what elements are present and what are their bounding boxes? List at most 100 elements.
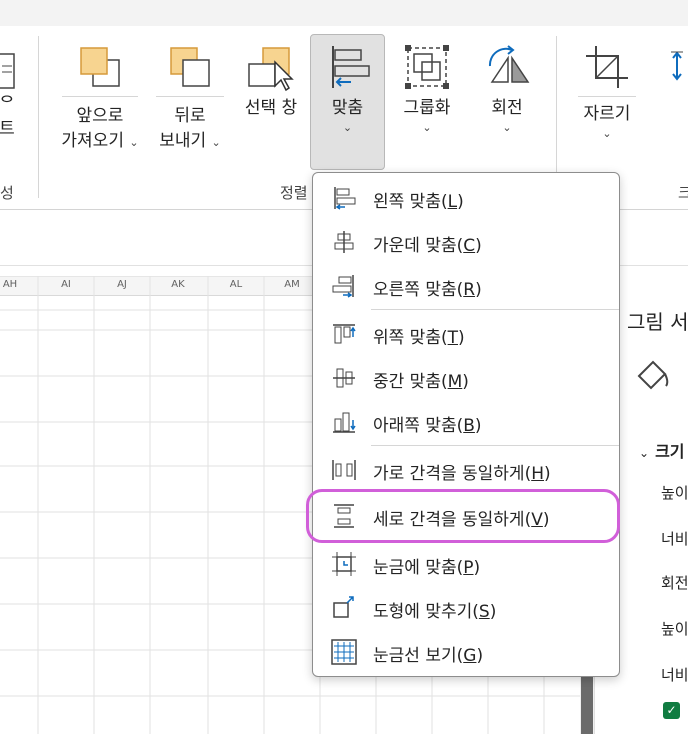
scale-width-row-label: 너비 [661, 666, 688, 684]
menu-item-end: ) [489, 602, 497, 622]
rotate-button[interactable]: 회전 ⌄ [470, 42, 544, 135]
menu-item-end: ) [462, 372, 469, 392]
selection-pane-button[interactable]: 선택 창 [234, 42, 308, 121]
menu-item-label: 가운데 맞춤(C) [373, 231, 482, 256]
align-right-icon [332, 275, 354, 298]
menu-item-end: ) [544, 464, 551, 484]
chevron-down-icon: ⌄ [422, 121, 432, 134]
menu-item-accesskey: L [447, 192, 458, 212]
rotate-label: 회전 [491, 98, 523, 118]
chart-icon [0, 53, 15, 89]
pane-title: 그림 서 [627, 310, 688, 334]
size-section-header[interactable]: ⌄ 크기 [639, 438, 685, 462]
bring-forward-label-row: 가져오기 ⌄ [52, 129, 148, 155]
menu-item-end: ) [473, 558, 481, 578]
menu-item-text: 왼쪽 맞춤( [373, 192, 448, 212]
crop-button[interactable]: 자르기 ⌄ [570, 42, 644, 141]
chevron-down-icon: ⌄ [342, 121, 353, 134]
group-button[interactable]: 그룹화 ⌄ [390, 42, 464, 135]
group-label: 그룹화 [403, 98, 451, 118]
rotation-row-label: 회전 [661, 574, 688, 592]
rotate-icon [488, 45, 530, 83]
chevron-down-icon: ⌄ [211, 136, 221, 149]
menu-item-label: 도형에 맞추기(S) [373, 597, 496, 622]
menu-item-accesskey: M [447, 372, 463, 392]
fill-bucket-icon[interactable] [633, 356, 673, 396]
menu-item-label: 눈금에 맞춤(P) [373, 553, 480, 578]
menu-item-align-center[interactable]: 가운데 맞춤(C) [313, 219, 619, 263]
snap-to-shape-icon [333, 596, 354, 618]
align-label: 맞춤 [331, 98, 364, 118]
menu-item-end: ) [474, 416, 482, 436]
menu-item-accesskey: B [463, 416, 475, 436]
menu-item-snap-to-grid[interactable]: 눈금에 맞춤(P) [313, 541, 619, 585]
align-button[interactable]: 맞춤 ⌄ [310, 42, 385, 135]
send-backward-label-row: 보내기 ⌄ [150, 129, 230, 155]
bring-forward-label-2: 가져오기 [61, 131, 124, 151]
crop-label: 자르기 [583, 104, 631, 124]
menu-item-align-left[interactable]: 왼쪽 맞춤(L) [313, 175, 619, 219]
menu-item-align-middle[interactable]: 중간 맞춤(M) [313, 355, 619, 399]
send-backward-label-1: 뒤로 [174, 106, 206, 126]
menu-item-text: 가운데 맞춤( [373, 236, 464, 256]
menu-item-label: 눈금선 보기(G) [373, 641, 483, 666]
menu-item-accesskey: H [531, 464, 544, 484]
menu-item-text: 가로 간격을 동일하게( [373, 464, 532, 484]
right-cutoff-button[interactable] [664, 48, 688, 92]
menu-separator [371, 309, 619, 310]
left-cutoff-label-1: ᄋ [0, 94, 15, 114]
group-label-right: 크 [678, 184, 688, 202]
send-backward-icon [170, 47, 210, 87]
menu-item-text: 눈금에 맞춤( [373, 558, 464, 578]
bring-forward-button[interactable]: 앞으로 가져오기 ⌄ [52, 42, 148, 155]
menu-item-snap-to-shape[interactable]: 도형에 맞추기(S) [313, 585, 619, 629]
menu-item-label: 아래쪽 맞춤(B) [373, 411, 482, 436]
chevron-down-icon: ⌄ [639, 446, 650, 460]
menu-item-end: ) [457, 192, 464, 212]
crop-icon [586, 46, 628, 88]
align-center-icon [334, 231, 354, 253]
bring-forward-icon [80, 47, 120, 87]
selection-pane-label: 선택 창 [244, 98, 298, 118]
scale-height-row-label: 높이 [661, 620, 688, 638]
menu-item-end: ) [476, 646, 484, 666]
left-cutoff-label-2: 트 [0, 119, 15, 139]
menu-item-accesskey: G [463, 646, 477, 666]
highlight-annotation [306, 489, 620, 543]
menu-item-align-top[interactable]: 위쪽 맞춤(T) [313, 311, 619, 355]
chevron-down-icon: ⌄ [602, 127, 612, 140]
menu-item-align-right[interactable]: 오른쪽 맞춤(R) [313, 263, 619, 307]
menu-item-text: 오른쪽 맞춤( [373, 280, 464, 300]
left-cutoff-button[interactable]: ᄋ 트 [0, 48, 20, 142]
group-icon [405, 45, 449, 89]
height-icon [671, 51, 683, 81]
send-backward-button[interactable]: 뒤로 보내기 ⌄ [150, 42, 230, 155]
align-dropdown-menu: 왼쪽 맞춤(L) 가운데 맞춤(C) 오른쪽 맞춤(R) 위쪽 맞춤(T) 중간… [312, 172, 620, 677]
selection-pane-icon [248, 47, 294, 92]
align-top-icon [333, 324, 356, 344]
gridlines-icon [331, 639, 357, 665]
menu-item-text: 아래쪽 맞춤( [373, 416, 464, 436]
menu-item-label: 왼쪽 맞춤(L) [373, 187, 464, 212]
menu-item-end: ) [475, 280, 482, 300]
menu-item-end: ) [458, 328, 465, 348]
menu-item-distribute-horizontally[interactable]: 가로 간격을 동일하게(H) [313, 447, 619, 491]
menu-item-accesskey: R [463, 280, 476, 300]
lock-aspect-checkbox[interactable]: ✓ [663, 702, 680, 719]
chevron-down-icon: ⌄ [129, 136, 139, 149]
menu-item-end: ) [475, 236, 482, 256]
menu-item-text: 도형에 맞추기( [373, 602, 479, 622]
menu-item-align-bottom[interactable]: 아래쪽 맞춤(B) [313, 399, 619, 443]
align-middle-icon [333, 368, 355, 388]
size-section-label: 크기 [655, 442, 685, 461]
scrollbar-thumb[interactable] [581, 676, 593, 734]
menu-item-text: 눈금선 보기( [373, 646, 464, 666]
menu-item-view-gridlines[interactable]: 눈금선 보기(G) [313, 629, 619, 673]
menu-item-accesskey: C [463, 236, 476, 256]
menu-separator [371, 445, 619, 446]
snap-to-grid-icon [332, 552, 356, 576]
ribbon-separator [38, 36, 39, 198]
height-row-label: 높이 [661, 484, 688, 502]
group-label-left: 성 [0, 184, 14, 202]
group-label-arrange: 정렬 [280, 184, 308, 202]
